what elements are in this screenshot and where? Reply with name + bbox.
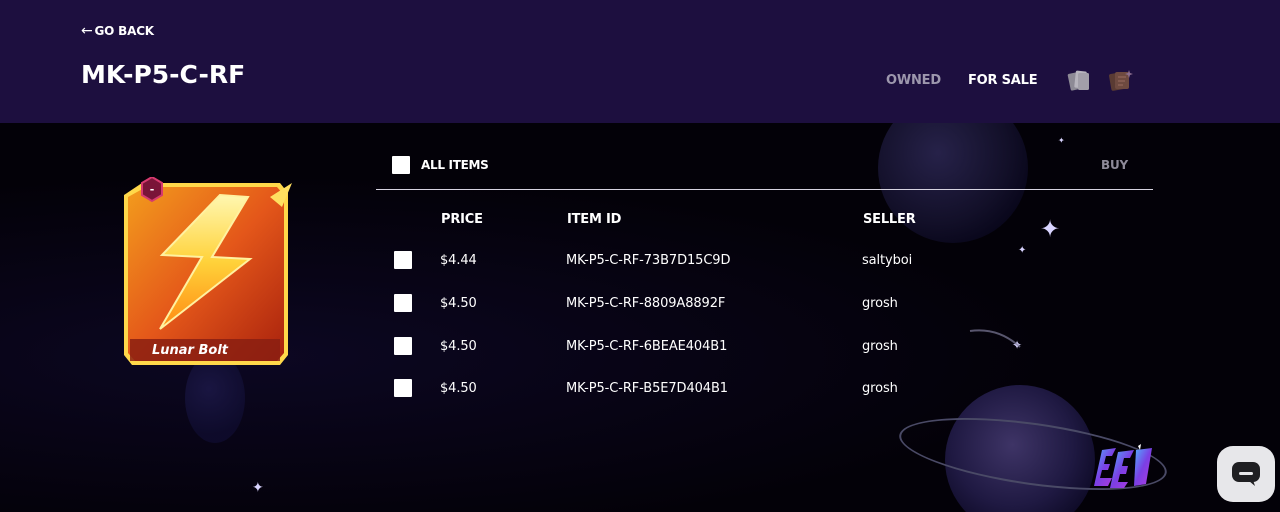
- row-seller: grosh: [862, 381, 898, 396]
- chat-button[interactable]: [1217, 446, 1275, 502]
- column-header-item-id[interactable]: ITEM ID: [567, 212, 621, 227]
- tab-owned[interactable]: OWNED: [886, 73, 941, 88]
- row-item-id: MK-P5-C-RF-6BEAE404B1: [566, 339, 728, 354]
- column-header-seller[interactable]: SELLER: [863, 212, 916, 227]
- table-row: $4.44 MK-P5-C-RF-73B7D15C9D saltyboi: [0, 251, 1280, 271]
- row-item-id: MK-P5-C-RF-73B7D15C9D: [566, 253, 731, 268]
- row-item-id: MK-P5-C-RF-8809A8892F: [566, 296, 726, 311]
- chat-bubble-icon: [1232, 462, 1260, 486]
- divider: [376, 189, 1153, 190]
- page-header: ← GO BACK MK-P5-C-RF OWNED FOR SALE: [0, 0, 1280, 123]
- brand-logo-icon: [1094, 444, 1152, 488]
- row-price: $4.50: [440, 381, 477, 396]
- row-seller: saltyboi: [862, 253, 913, 268]
- column-header-price[interactable]: PRICE: [441, 212, 483, 227]
- go-back-link[interactable]: ← GO BACK: [81, 23, 154, 39]
- view-tabs: OWNED FOR SALE: [886, 73, 1038, 88]
- row-price: $4.50: [440, 339, 477, 354]
- rarity-badge-symbol: -: [150, 183, 155, 196]
- row-price: $4.44: [440, 253, 477, 268]
- table-row: $4.50 MK-P5-C-RF-6BEAE404B1 grosh: [0, 337, 1280, 357]
- sparkle-star-icon: ✦: [252, 480, 264, 496]
- buy-button[interactable]: BUY: [1101, 158, 1128, 172]
- row-checkbox[interactable]: [394, 251, 412, 269]
- select-all-row: ALL ITEMS: [392, 156, 489, 174]
- table-row: $4.50 MK-P5-C-RF-B5E7D404B1 grosh: [0, 379, 1280, 399]
- back-arrow-icon: ←: [81, 23, 93, 39]
- row-seller: grosh: [862, 296, 898, 311]
- sparkle-star-icon: ✦: [1058, 136, 1065, 145]
- row-checkbox[interactable]: [394, 294, 412, 312]
- row-price: $4.50: [440, 296, 477, 311]
- tab-for-sale[interactable]: FOR SALE: [968, 73, 1038, 88]
- row-seller: grosh: [862, 339, 898, 354]
- sparkle-star-icon: ✦: [1040, 215, 1061, 243]
- select-all-checkbox[interactable]: [392, 156, 410, 174]
- go-back-label: GO BACK: [94, 24, 155, 38]
- card-brown-icon[interactable]: [1106, 68, 1134, 94]
- row-item-id: MK-P5-C-RF-B5E7D404B1: [566, 381, 728, 396]
- row-checkbox[interactable]: [394, 337, 412, 355]
- cards-stack-icon[interactable]: [1066, 68, 1094, 94]
- all-items-label: ALL ITEMS: [421, 158, 489, 172]
- row-checkbox[interactable]: [394, 379, 412, 397]
- page-title: MK-P5-C-RF: [81, 60, 246, 89]
- table-row: $4.50 MK-P5-C-RF-8809A8892F grosh: [0, 294, 1280, 314]
